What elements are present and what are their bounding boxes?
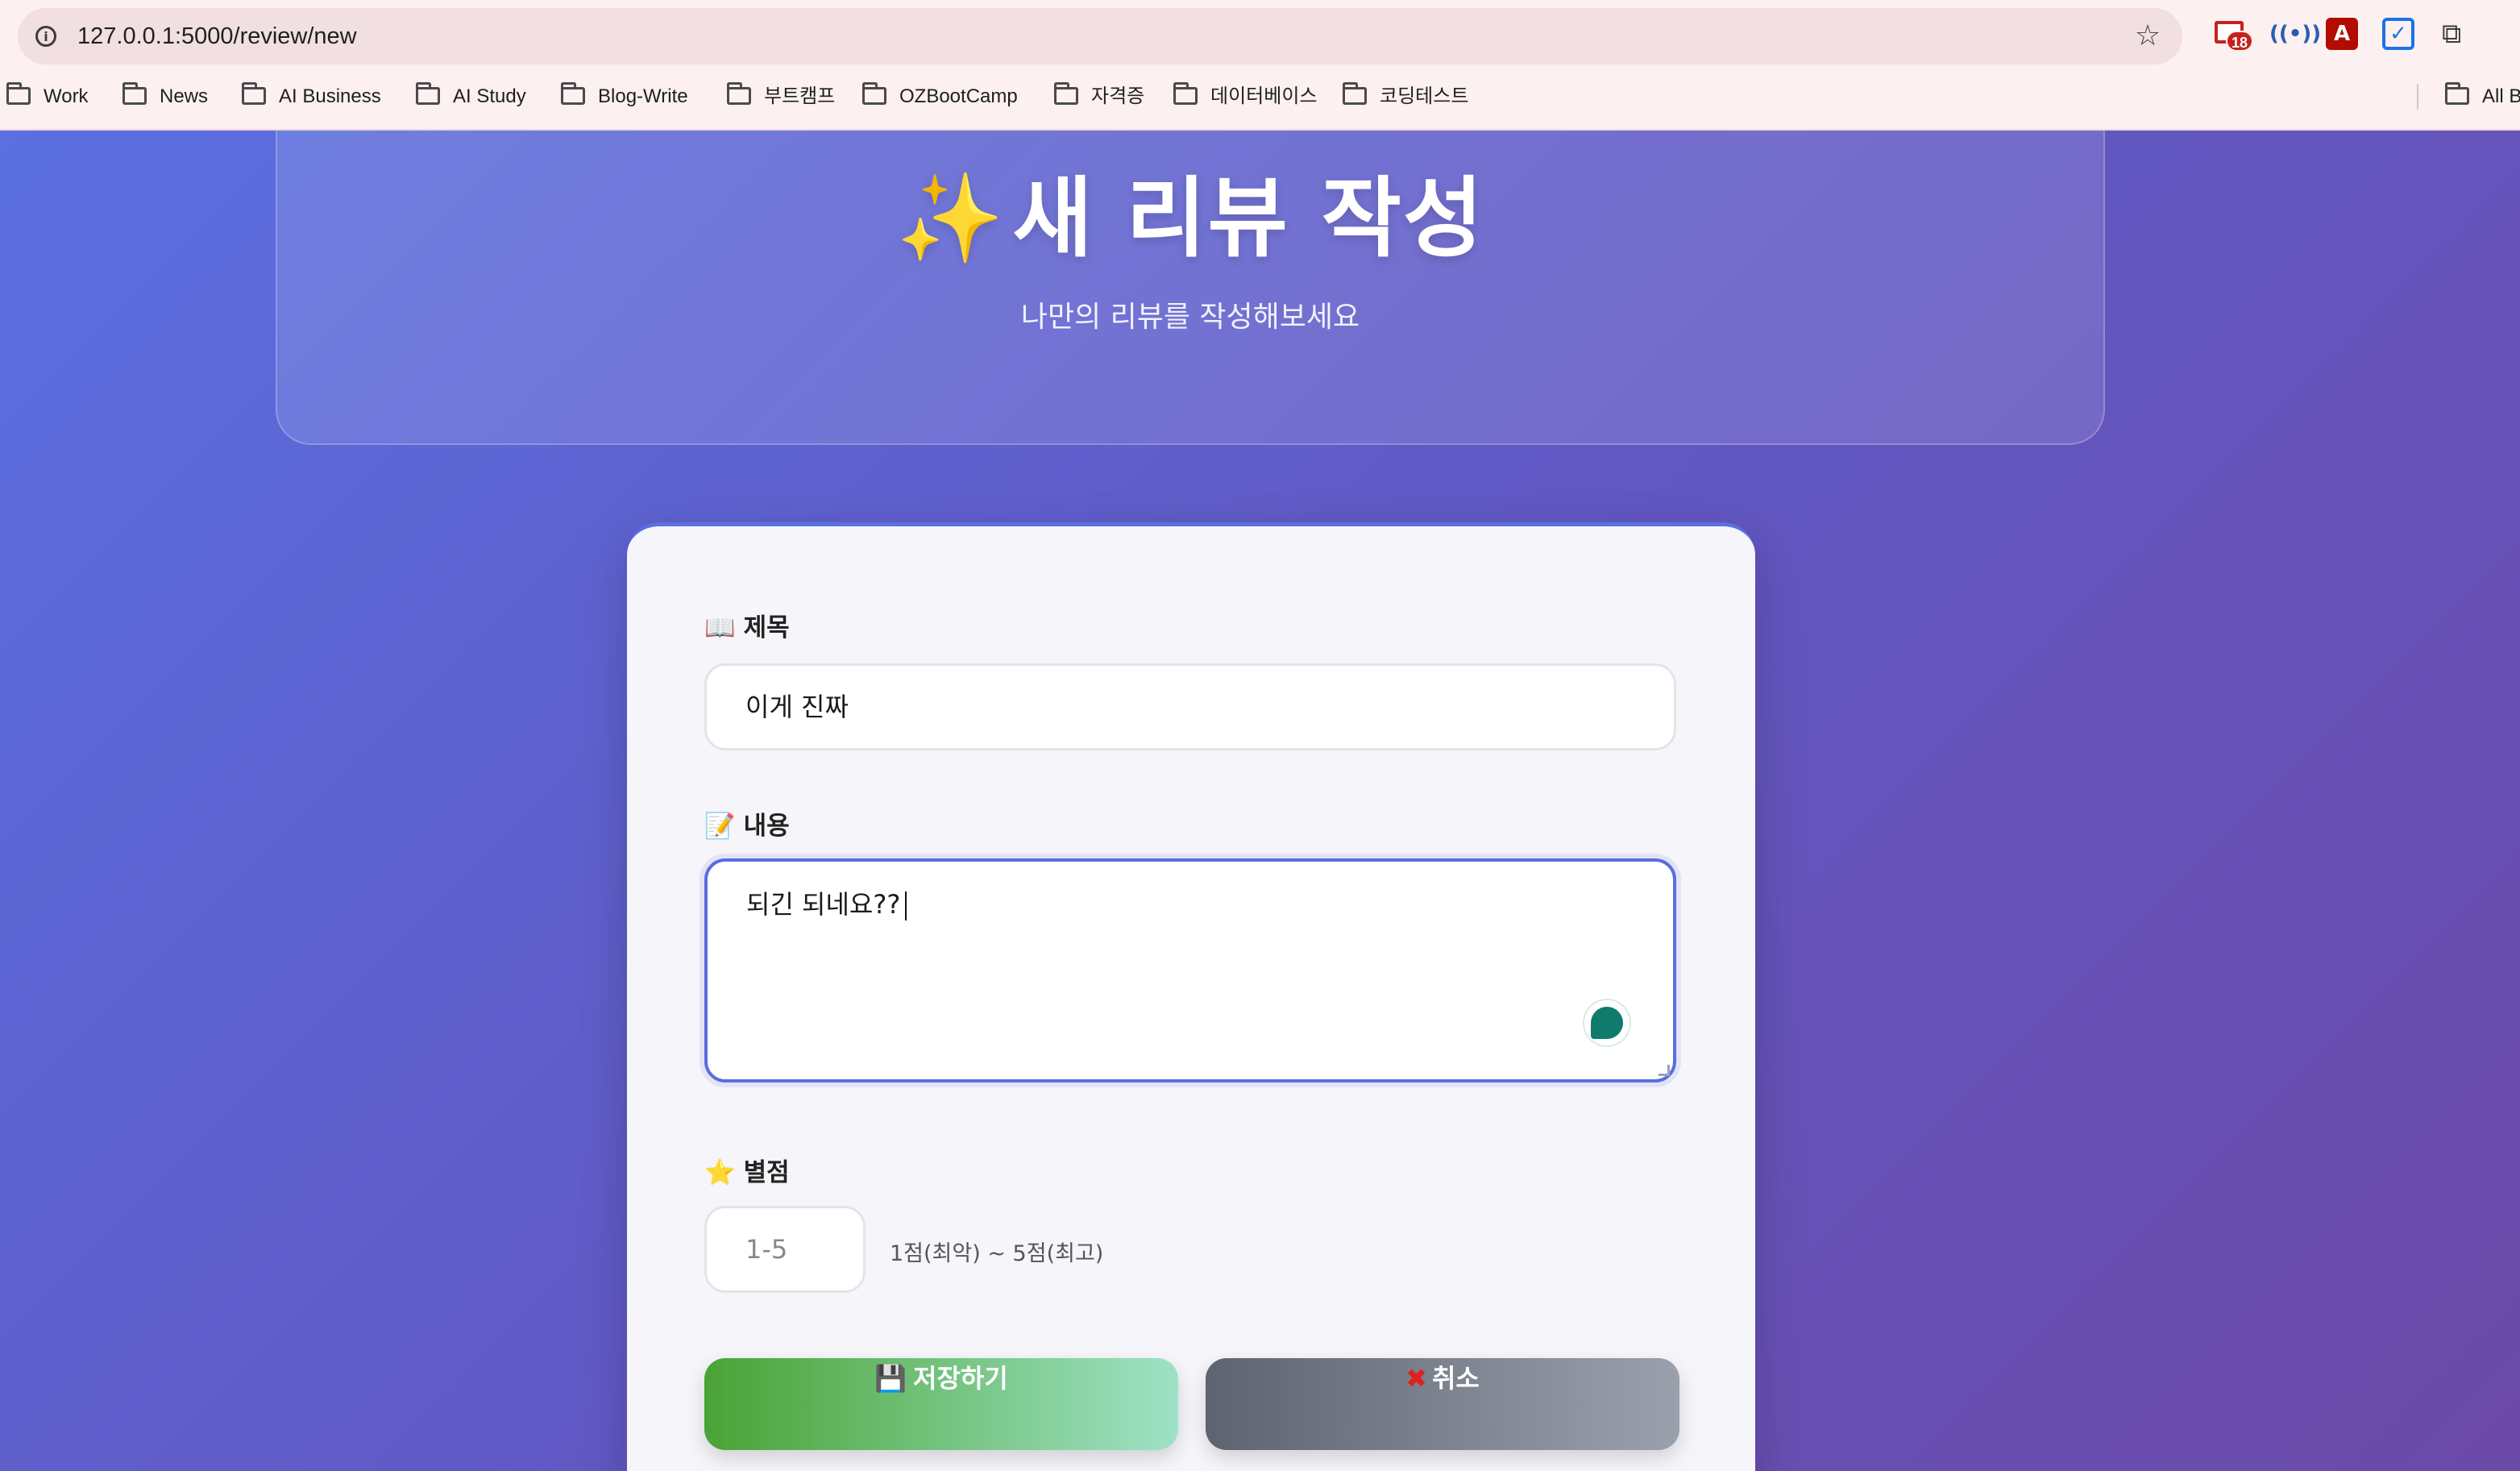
memo-icon: 📝 bbox=[704, 812, 736, 841]
rating-hint: 1점(최악) ~ 5점(최고) bbox=[890, 1241, 1104, 1266]
folder-icon bbox=[1054, 81, 1078, 105]
page-title: ✨새 리뷰 작성 bbox=[277, 148, 2103, 274]
title-label: 📖 제목 bbox=[704, 613, 790, 642]
title-input[interactable]: 이게 진짜 bbox=[704, 663, 1676, 750]
resize-handle[interactable] bbox=[1659, 1065, 1670, 1076]
folder-icon bbox=[862, 81, 886, 105]
bookmark-folder-blog-write[interactable]: Blog-Write bbox=[561, 74, 688, 119]
folder-icon bbox=[6, 81, 31, 105]
bookmark-folder-news[interactable]: News bbox=[122, 74, 208, 119]
browser-toolbar: i 127.0.0.1:5000/review/new ☆ 18 ((•)) A… bbox=[0, 0, 2520, 74]
pdf-extension-icon[interactable]: A bbox=[2326, 18, 2358, 50]
extensions-puzzle-icon[interactable]: ⧉ bbox=[2442, 18, 2474, 50]
save-button[interactable]: 💾 저장하기 bbox=[704, 1358, 1178, 1450]
folder-icon bbox=[727, 81, 751, 105]
rating-input[interactable]: 1-5 bbox=[704, 1206, 866, 1293]
bookmark-folder-ai-study[interactable]: AI Study bbox=[416, 74, 526, 119]
bookmark-folder-ai-business[interactable]: AI Business bbox=[242, 74, 381, 119]
bookmarks-divider bbox=[2417, 84, 2418, 110]
page-background: ✨새 리뷰 작성 나만의 리뷰를 작성해보세요 📖 제목 이게 진짜 📝 내용 되긴… bbox=[0, 131, 2520, 1471]
bookmark-folder-bootcamp[interactable]: 부트캠프 bbox=[727, 74, 835, 119]
folder-icon bbox=[122, 81, 147, 105]
url-text[interactable]: 127.0.0.1:5000/review/new bbox=[77, 8, 357, 64]
gmail-unread-badge: 18 bbox=[2226, 31, 2253, 52]
folder-icon bbox=[2445, 81, 2469, 105]
reader-extension-icon[interactable]: ((•)) bbox=[2269, 18, 2321, 50]
folder-icon bbox=[242, 81, 266, 105]
text-caret bbox=[905, 891, 907, 920]
review-form: 📖 제목 이게 진짜 📝 내용 되긴 되네요?? ⭐ 별점 1-5 1점(최악) ~ … bbox=[627, 522, 1755, 1471]
cancel-button[interactable]: ✖ 취소 bbox=[1206, 1358, 1679, 1450]
open-book-icon: 📖 bbox=[704, 613, 736, 642]
bookmark-folder-ozbootcamp[interactable]: OZBootCamp bbox=[862, 74, 1018, 119]
folder-icon bbox=[1343, 81, 1367, 105]
page-title-text: 새 리뷰 작성 bbox=[1012, 168, 1485, 269]
address-bar[interactable]: i 127.0.0.1:5000/review/new ☆ bbox=[18, 8, 2182, 64]
star-icon: ⭐ bbox=[704, 1158, 736, 1187]
floppy-disk-icon: 💾 bbox=[874, 1363, 907, 1394]
rating-label: ⭐ 별점 bbox=[704, 1158, 790, 1187]
gmail-extension-icon[interactable]: 18 bbox=[2215, 18, 2253, 52]
content-text: 되긴 되네요?? bbox=[746, 889, 901, 920]
bookmark-folder-database[interactable]: 데이터베이스 bbox=[1173, 74, 1317, 119]
todo-extension-icon[interactable]: ✓ bbox=[2382, 18, 2414, 50]
cross-mark-icon: ✖ bbox=[1405, 1363, 1427, 1394]
sparkles-icon: ✨ bbox=[895, 168, 1007, 269]
folder-icon bbox=[416, 81, 440, 105]
bookmark-folder-work[interactable]: Work bbox=[6, 74, 89, 119]
bookmark-folder-all-bookmarks[interactable]: All B bbox=[2445, 74, 2520, 119]
content-textarea[interactable]: 되긴 되네요?? bbox=[704, 858, 1676, 1082]
folder-icon bbox=[561, 81, 585, 105]
grammar-assistant-icon[interactable] bbox=[1583, 999, 1631, 1047]
page-subtitle: 나만의 리뷰를 작성해보세요 bbox=[1020, 301, 1360, 334]
content-label: 📝 내용 bbox=[704, 812, 790, 841]
bookmark-folder-certificate[interactable]: 자격증 bbox=[1054, 74, 1144, 119]
folder-icon bbox=[1173, 81, 1198, 105]
header-card: ✨새 리뷰 작성 나만의 리뷰를 작성해보세요 bbox=[276, 131, 2105, 445]
bookmark-folder-coding-test[interactable]: 코딩테스트 bbox=[1343, 74, 1468, 119]
bookmarks-bar: Work News AI Business AI Study Blog-Writ… bbox=[0, 74, 2520, 131]
bookmark-star-icon[interactable]: ☆ bbox=[2129, 18, 2166, 55]
site-info-icon[interactable]: i bbox=[35, 26, 56, 47]
